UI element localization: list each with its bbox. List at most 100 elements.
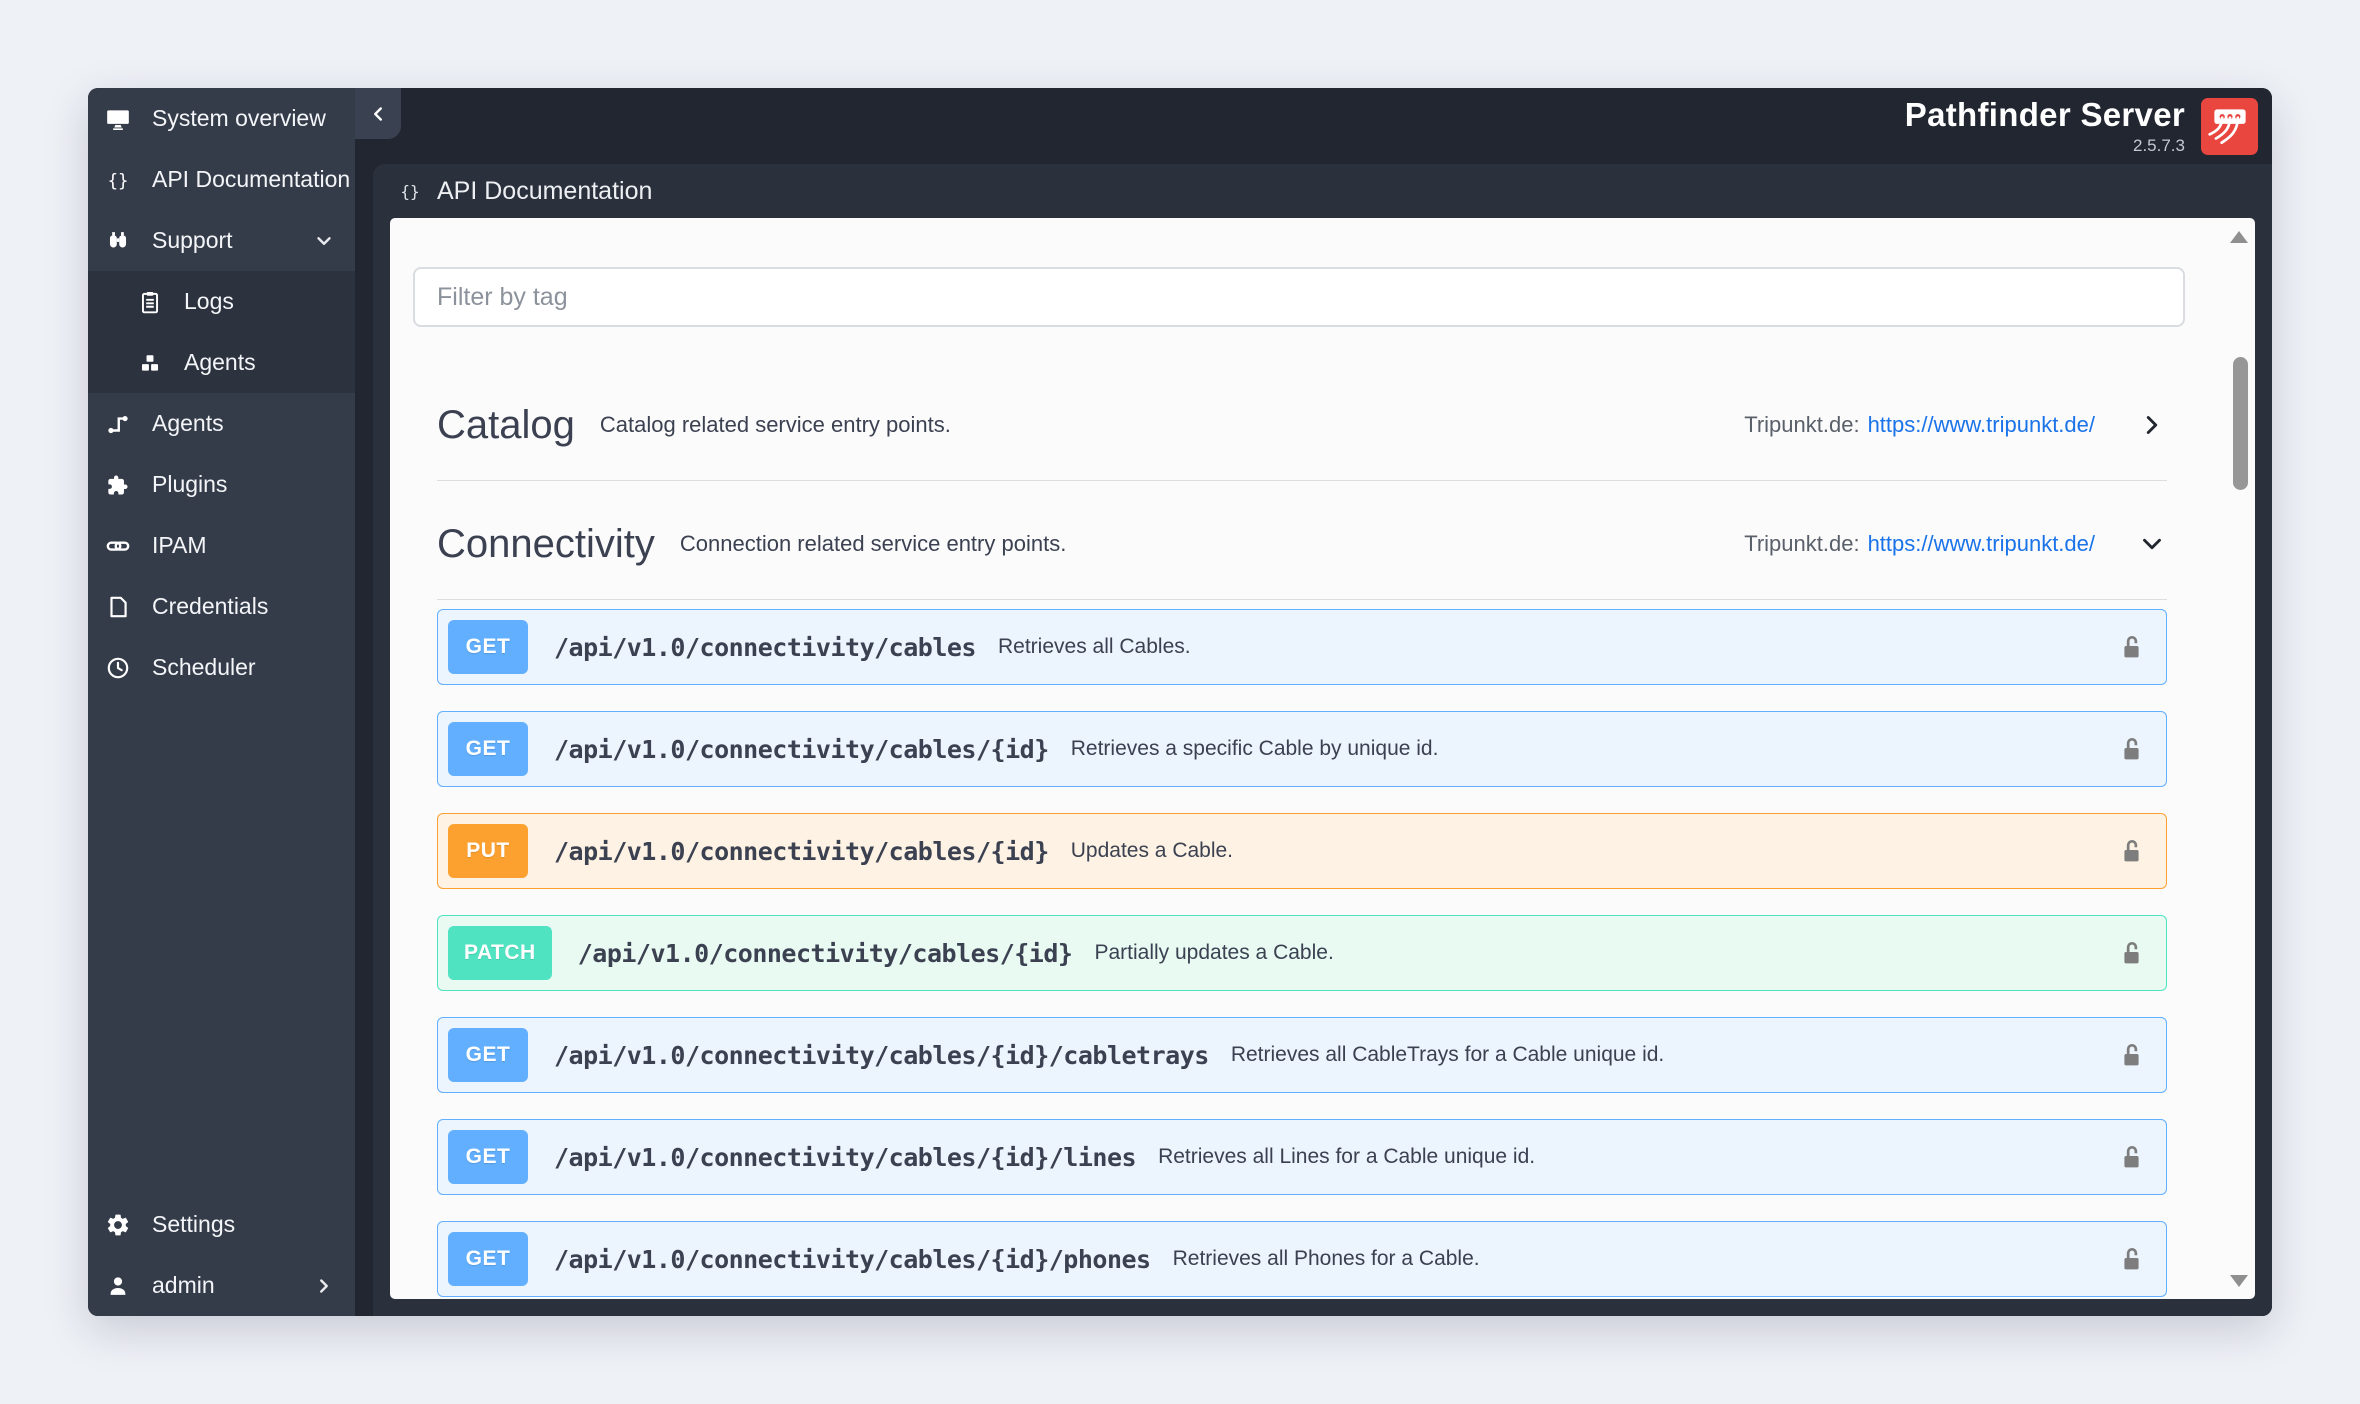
method-badge: GET [448, 722, 528, 776]
unlock-icon[interactable] [2119, 938, 2144, 968]
method-badge: GET [448, 1232, 528, 1286]
unlock-icon[interactable] [2119, 734, 2144, 764]
unlock-icon[interactable] [2119, 836, 2144, 866]
sidebar-item-api-documentation[interactable]: API Documentation [88, 149, 355, 210]
filter-bar [390, 218, 2255, 327]
scrollbar-down-arrow[interactable] [2230, 1275, 2248, 1287]
endpoint-row[interactable]: PATCH/api/v1.0/connectivity/cables/{id} P… [437, 915, 2167, 991]
route-icon [105, 411, 131, 437]
endpoint-list: GET/api/v1.0/connectivity/cables Retrieve… [437, 609, 2167, 1297]
section-header[interactable]: Connectivity Connection related service e… [437, 502, 2167, 586]
sidebar-item-system-overview[interactable]: System overview [88, 88, 355, 149]
endpoint-path: /api/v1.0/connectivity/cables [554, 632, 977, 662]
external-docs-link[interactable]: https://www.tripunkt.de/ [1868, 531, 2095, 557]
scrollbar-thumb[interactable] [2233, 357, 2248, 490]
api-section-connectivity: Connectivity Connection related service e… [437, 502, 2167, 1297]
app-window: System overview API Documentation Support L… [88, 88, 2272, 1316]
sidebar-item-credentials[interactable]: Credentials [88, 576, 355, 637]
sidebar-item-label: admin [152, 1272, 215, 1298]
braces-icon [398, 179, 422, 203]
sidebar-item-label: System overview [152, 105, 326, 131]
braces-icon [105, 167, 131, 193]
endpoint-path: /api/v1.0/connectivity/cables/{id}/cable… [554, 1040, 1209, 1070]
method-badge: PUT [448, 824, 528, 878]
sidebar-item-label: Logs [184, 288, 234, 314]
brand-version: 2.5.7.3 [2133, 136, 2185, 155]
sidebar-item-scheduler[interactable]: Scheduler [88, 637, 355, 698]
method-badge: GET [448, 1028, 528, 1082]
endpoint-path: /api/v1.0/connectivity/cables/{id}/lines [554, 1142, 1137, 1172]
gear-icon [105, 1212, 131, 1238]
method-badge: GET [448, 1130, 528, 1184]
unlock-icon[interactable] [2119, 1244, 2144, 1274]
card-icon [105, 594, 131, 620]
sidebar-item-admin[interactable]: admin [88, 1255, 355, 1316]
unlock-icon[interactable] [2119, 632, 2144, 662]
endpoint-description: Partially updates a Cable. [1094, 941, 1334, 964]
link-icon [105, 533, 131, 559]
chevron-right-icon[interactable] [2137, 410, 2167, 440]
main-area: Pathfinder Server 2.5.7.3 API Documentat… [355, 88, 2272, 1316]
endpoint-path: /api/v1.0/connectivity/cables/{id}/phone… [554, 1244, 1151, 1274]
endpoint-path: /api/v1.0/connectivity/cables/{id} [554, 734, 1049, 764]
section-external-docs: Tripunkt.de: https://www.tripunkt.de/ [1744, 531, 2095, 557]
clock-icon [105, 655, 131, 681]
api-panel: Catalog Catalog related service entry poi… [390, 218, 2255, 1299]
chevron-down-icon [317, 236, 331, 245]
sidebar-item-label: Support [152, 227, 233, 253]
chevron-right-icon [320, 1278, 328, 1293]
unlock-icon[interactable] [2119, 1142, 2144, 1172]
section-header[interactable]: Catalog Catalog related service entry poi… [437, 383, 2167, 467]
brand-logo [2201, 97, 2258, 155]
clipboard-icon [137, 289, 163, 315]
endpoint-description: Retrieves all Lines for a Cable unique i… [1158, 1145, 1536, 1168]
method-badge: GET [448, 620, 528, 674]
page-header: API Documentation [373, 164, 2272, 218]
sidebar-item-logs[interactable]: Logs [88, 271, 355, 332]
endpoint-row[interactable]: GET/api/v1.0/connectivity/cables/{id} Ret… [437, 711, 2167, 787]
sidebar-nav: System overview API Documentation Support L… [88, 88, 355, 698]
endpoint-row[interactable]: GET/api/v1.0/connectivity/cables Retrieve… [437, 609, 2167, 685]
binoculars-icon [105, 228, 131, 254]
external-docs-label: Tripunkt.de: [1744, 412, 1860, 437]
sidebar-item-label: Settings [152, 1211, 236, 1237]
sidebar-item-agents[interactable]: Agents [88, 332, 355, 393]
sidebar-item-label: Credentials [152, 593, 269, 619]
endpoint-row[interactable]: GET/api/v1.0/connectivity/cables/{id}/ca… [437, 1017, 2167, 1093]
page-title: API Documentation [437, 176, 653, 205]
section-title: Connectivity [437, 521, 655, 566]
sidebar-item-label: Scheduler [152, 654, 256, 680]
puzzle-icon [105, 472, 131, 498]
monitor-icon [105, 106, 131, 132]
sidebar-item-label: Agents [184, 349, 256, 375]
person-icon [105, 1273, 131, 1299]
filter-input[interactable] [413, 267, 2185, 327]
endpoint-path: /api/v1.0/connectivity/cables/{id} [554, 836, 1049, 866]
section-description: Catalog related service entry points. [599, 412, 951, 437]
pathfinder-logo-icon [2207, 109, 2246, 145]
sidebar-item-plugins[interactable]: Plugins [88, 454, 355, 515]
chevron-down-icon[interactable] [2137, 529, 2167, 559]
scrollbar-up-arrow[interactable] [2230, 231, 2248, 243]
sidebar-bottom-nav: Settings admin [88, 1194, 355, 1316]
endpoint-row[interactable]: GET/api/v1.0/connectivity/cables/{id}/ph… [437, 1221, 2167, 1297]
sidebar-item-settings[interactable]: Settings [88, 1194, 355, 1255]
unlock-icon[interactable] [2119, 1040, 2144, 1070]
sidebar-item-agents[interactable]: Agents [88, 393, 355, 454]
external-docs-link[interactable]: https://www.tripunkt.de/ [1868, 412, 2095, 438]
endpoint-row[interactable]: PUT/api/v1.0/connectivity/cables/{id} Upd… [437, 813, 2167, 889]
brand-title: Pathfinder Server [1904, 96, 2185, 133]
sidebar-item-ipam[interactable]: IPAM [88, 515, 355, 576]
sidebar-item-label: API Documentation [152, 166, 351, 192]
sidebar-item-support[interactable]: Support [88, 210, 355, 271]
divider [437, 480, 2167, 481]
content-area: API Documentation Catalog Catalog related… [373, 164, 2272, 1316]
api-sections: Catalog Catalog related service entry poi… [390, 383, 2255, 1297]
sidebar-collapse-button[interactable] [355, 88, 401, 139]
sidebar-item-label: Agents [152, 410, 224, 436]
sidebar: System overview API Documentation Support L… [88, 88, 355, 1316]
brand: Pathfinder Server 2.5.7.3 [1905, 98, 2185, 154]
method-badge: PATCH [448, 926, 552, 980]
endpoint-description: Retrieves all Phones for a Cable. [1172, 1247, 1480, 1270]
endpoint-row[interactable]: GET/api/v1.0/connectivity/cables/{id}/li… [437, 1119, 2167, 1195]
